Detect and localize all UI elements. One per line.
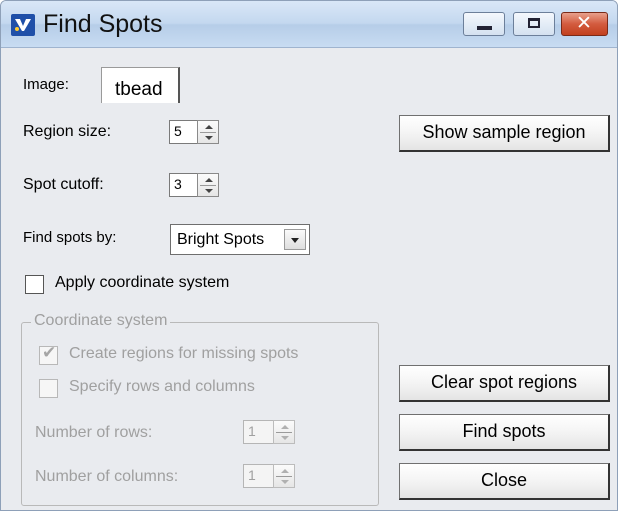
number-of-rows-label: Number of rows: [35,424,153,441]
maximize-icon [528,18,540,28]
find-spots-by-value: Bright Spots [177,231,265,248]
find-spots-by-select[interactable]: Bright Spots [170,224,310,255]
image-label: Image: [23,76,69,93]
spot-cutoff-stepper[interactable] [197,173,219,197]
checkmark-icon: ✔ [42,343,57,362]
find-spots-window: Find Spots ✕ Image: tbead Region size: 5… [0,0,618,511]
number-of-rows-input[interactable]: 1 [243,420,273,444]
spot-cutoff-label: Spot cutoff: [23,176,104,193]
minimize-icon [477,26,492,30]
show-sample-region-button[interactable]: Show sample region [399,115,610,152]
minimize-button[interactable] [463,12,505,36]
coordinate-system-legend: Coordinate system [31,312,171,330]
image-tab[interactable]: tbead [101,67,180,103]
apply-coordinate-checkbox[interactable] [25,275,44,294]
clear-spot-regions-label: Clear spot regions [430,372,578,392]
create-regions-checkbox[interactable]: ✔ [39,343,58,365]
maximize-button[interactable] [513,12,555,36]
specify-rows-label: Specify rows and columns [69,378,255,395]
find-spots-label: Find spots [462,421,546,441]
number-of-columns-label: Number of columns: [35,468,179,485]
find-spots-by-label: Find spots by: [23,229,117,246]
window-title: Find Spots [43,10,163,38]
specify-rows-checkbox[interactable] [39,379,58,398]
create-regions-label: Create regions for missing spots [69,345,299,362]
clear-spot-regions-button[interactable]: Clear spot regions [399,365,610,402]
apply-coordinate-label: Apply coordinate system [55,274,230,291]
spot-cutoff-input[interactable]: 3 [169,173,197,197]
close-window-button[interactable]: ✕ [561,12,608,36]
find-spots-button[interactable]: Find spots [399,414,610,451]
region-size-label: Region size: [23,123,112,140]
app-logo-icon [11,14,35,36]
close-button[interactable]: Close [399,463,610,500]
chevron-down-icon[interactable] [284,229,306,250]
title-bar[interactable]: Find Spots ✕ [1,1,617,48]
close-label: Close [480,470,528,490]
close-icon: ✕ [576,13,592,34]
region-size-stepper[interactable] [197,120,219,144]
region-size-input[interactable]: 5 [169,120,197,144]
number-of-columns-input[interactable]: 1 [243,464,273,488]
number-of-rows-stepper[interactable] [273,420,295,444]
number-of-columns-stepper[interactable] [273,464,295,488]
show-sample-region-label: Show sample region [422,122,586,142]
